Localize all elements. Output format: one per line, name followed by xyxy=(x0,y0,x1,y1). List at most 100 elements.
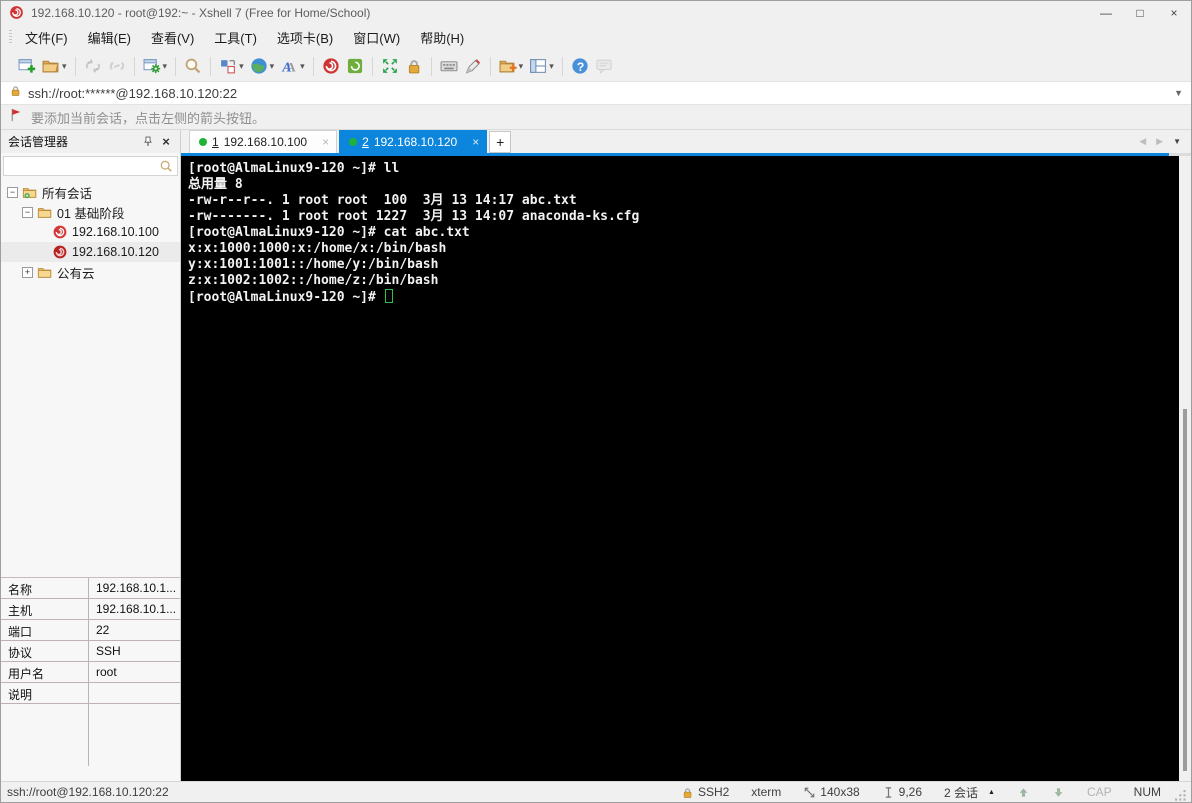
property-value[interactable]: SSH xyxy=(89,641,180,661)
globe-button[interactable]: ▾ xyxy=(247,54,278,78)
dropdown-caret-icon[interactable]: ▾ xyxy=(270,61,275,72)
keyboard-button[interactable] xyxy=(437,54,461,78)
find-button[interactable] xyxy=(181,54,205,78)
menu-item[interactable]: 查看(V) xyxy=(141,24,204,51)
folder-root-icon xyxy=(22,185,38,200)
toolbar: ▾ ▾ ▾ ▾ A A ▾ ▾ ▾? xyxy=(1,51,1191,81)
menu-item[interactable]: 帮助(H) xyxy=(410,24,474,51)
disconnect-button[interactable] xyxy=(81,54,105,78)
pin-icon[interactable] xyxy=(139,133,157,151)
menu-item[interactable]: 编辑(E) xyxy=(78,24,141,51)
tab-close-icon[interactable]: × xyxy=(322,135,329,149)
session-properties-button[interactable]: ▾ xyxy=(140,54,171,78)
statusbar-url: ssh://root@192.168.10.120:22 xyxy=(7,785,169,799)
tab-list-menu-icon[interactable]: ▼ xyxy=(1173,137,1181,146)
keyboard-icon xyxy=(440,57,458,75)
menu-item[interactable]: 选项卡(B) xyxy=(267,24,343,51)
dropdown-caret-icon[interactable]: ▾ xyxy=(239,61,244,72)
status-session-count[interactable]: 2 会话 ▲ xyxy=(944,784,995,801)
folder-plus-button[interactable]: ▾ xyxy=(496,54,527,78)
xftp-button[interactable] xyxy=(343,54,367,78)
new-session-button[interactable] xyxy=(15,54,39,78)
toolbar-separator xyxy=(430,56,432,76)
collapse-icon[interactable]: − xyxy=(22,206,33,218)
collapse-icon[interactable]: − xyxy=(7,186,18,198)
help-button[interactable]: ? xyxy=(568,54,592,78)
xshell-button[interactable] xyxy=(319,54,343,78)
layout-icon xyxy=(529,57,547,75)
maximize-button[interactable]: □ xyxy=(1123,1,1157,24)
tree-item--[interactable]: + 公有云 xyxy=(1,262,180,282)
lock-button[interactable] xyxy=(402,54,426,78)
status-scroll-up[interactable] xyxy=(1017,786,1030,799)
property-value[interactable] xyxy=(89,683,180,703)
addressbar[interactable]: ssh://root:******@192.168.10.120:22 ▼ xyxy=(1,81,1191,105)
expand-icon[interactable]: + xyxy=(22,266,33,278)
property-value[interactable]: root xyxy=(89,662,180,682)
terminal-line: -rw-r--r--. 1 root root 100 3月 13 14:17 … xyxy=(188,193,577,208)
dropdown-caret-icon[interactable]: ▾ xyxy=(62,61,67,72)
dropdown-caret-icon[interactable]: ▾ xyxy=(163,61,168,72)
toolbar-separator xyxy=(561,56,563,76)
address-dropdown-caret[interactable]: ▼ xyxy=(1166,88,1191,98)
tree-item-192.168.10.100[interactable]: 192.168.10.100 xyxy=(1,222,180,242)
dropdown-caret-icon[interactable]: ▾ xyxy=(549,61,554,72)
panel-close-icon[interactable]: × xyxy=(157,133,175,151)
scrollbar-thumb[interactable] xyxy=(1183,409,1187,771)
tab-scroll-right-icon[interactable]: ▶ xyxy=(1156,136,1163,147)
statusbar: ssh://root@192.168.10.120:22 SSH2 xterm 14… xyxy=(1,781,1191,802)
tree-item-label: 192.168.10.100 xyxy=(72,225,159,239)
property-row: 名称 192.168.10.1... xyxy=(1,578,180,599)
status-scroll-down[interactable] xyxy=(1052,786,1065,799)
resize-grip[interactable] xyxy=(1175,790,1187,802)
pen-button[interactable] xyxy=(461,54,485,78)
property-value[interactable]: 192.168.10.1... xyxy=(89,578,180,598)
tree-item-label: 公有云 xyxy=(57,266,95,281)
tab-bar: 1 192.168.10.100 × 2 192.168.10.120 × + ◀ ▶ ▼ xyxy=(181,130,1191,153)
terminal-scrollbar[interactable] xyxy=(1179,156,1191,781)
menu-item[interactable]: 工具(T) xyxy=(204,24,267,51)
toolbar-separator xyxy=(133,56,135,76)
minimize-button[interactable]: — xyxy=(1089,1,1123,24)
menu-item[interactable]: 窗口(W) xyxy=(343,24,410,51)
property-value[interactable]: 192.168.10.1... xyxy=(89,599,180,619)
tree-item-192.168.10.120[interactable]: 192.168.10.120 xyxy=(1,242,180,262)
tab-close-icon[interactable]: × xyxy=(472,135,479,149)
session-icon xyxy=(52,224,68,240)
xftp-icon xyxy=(346,57,364,75)
close-button[interactable]: × xyxy=(1157,1,1191,24)
status-session-count-caret-icon[interactable]: ▲ xyxy=(988,789,995,796)
font-button[interactable]: A A ▾ xyxy=(277,54,308,78)
message-button[interactable] xyxy=(592,54,616,78)
session-tab-192.168.10.100[interactable]: 1 192.168.10.100 × xyxy=(189,130,338,153)
tree-item-01-[interactable]: − 01 基础阶段 xyxy=(1,202,180,222)
status-num-lock-label: NUM xyxy=(1133,785,1161,799)
menu-item[interactable]: 文件(F) xyxy=(15,24,78,51)
reconnect-button[interactable] xyxy=(105,54,129,78)
terminal-screen[interactable]: [root@AlmaLinux9-120 ~]# ll 总用量 8 -rw-r--r… xyxy=(181,156,1179,781)
session-tab-192.168.10.120[interactable]: 2 192.168.10.120 × xyxy=(339,130,488,153)
tab-scroll-left-icon[interactable]: ◀ xyxy=(1139,136,1146,147)
session-search-input[interactable] xyxy=(3,156,178,176)
status-terminal-type-label: xterm xyxy=(751,785,782,799)
arrange-button[interactable]: ▾ xyxy=(216,54,247,78)
dropdown-caret-icon[interactable]: ▾ xyxy=(300,61,305,72)
property-row: 说明 xyxy=(1,683,180,704)
pen-icon xyxy=(464,57,482,75)
property-value[interactable]: 22 xyxy=(89,620,180,640)
new-tab-button[interactable]: + xyxy=(489,131,512,153)
tab-scroll-controls: ◀ ▶ ▼ xyxy=(1139,130,1191,153)
tree-item--[interactable]: − 所有会话 xyxy=(1,182,180,202)
session-manager-title: 会话管理器 xyxy=(8,135,69,149)
open-folder-button[interactable]: ▾ xyxy=(39,54,70,78)
property-label: 用户名 xyxy=(1,662,89,682)
arrow-down-icon xyxy=(1052,786,1065,799)
terminal-line: z:x:1002:1002::/home/z:/bin/bash xyxy=(188,273,439,288)
address-url[interactable]: ssh://root:******@192.168.10.120:22 xyxy=(28,86,1166,101)
layout-button[interactable]: ▾ xyxy=(526,54,557,78)
terminal-line: 总用量 8 xyxy=(188,177,243,192)
status-terminal-size: 140x38 xyxy=(803,785,860,799)
fullscreen-button[interactable] xyxy=(378,54,402,78)
status-session-count-label: 2 会话 xyxy=(944,785,979,800)
dropdown-caret-icon[interactable]: ▾ xyxy=(519,61,524,72)
